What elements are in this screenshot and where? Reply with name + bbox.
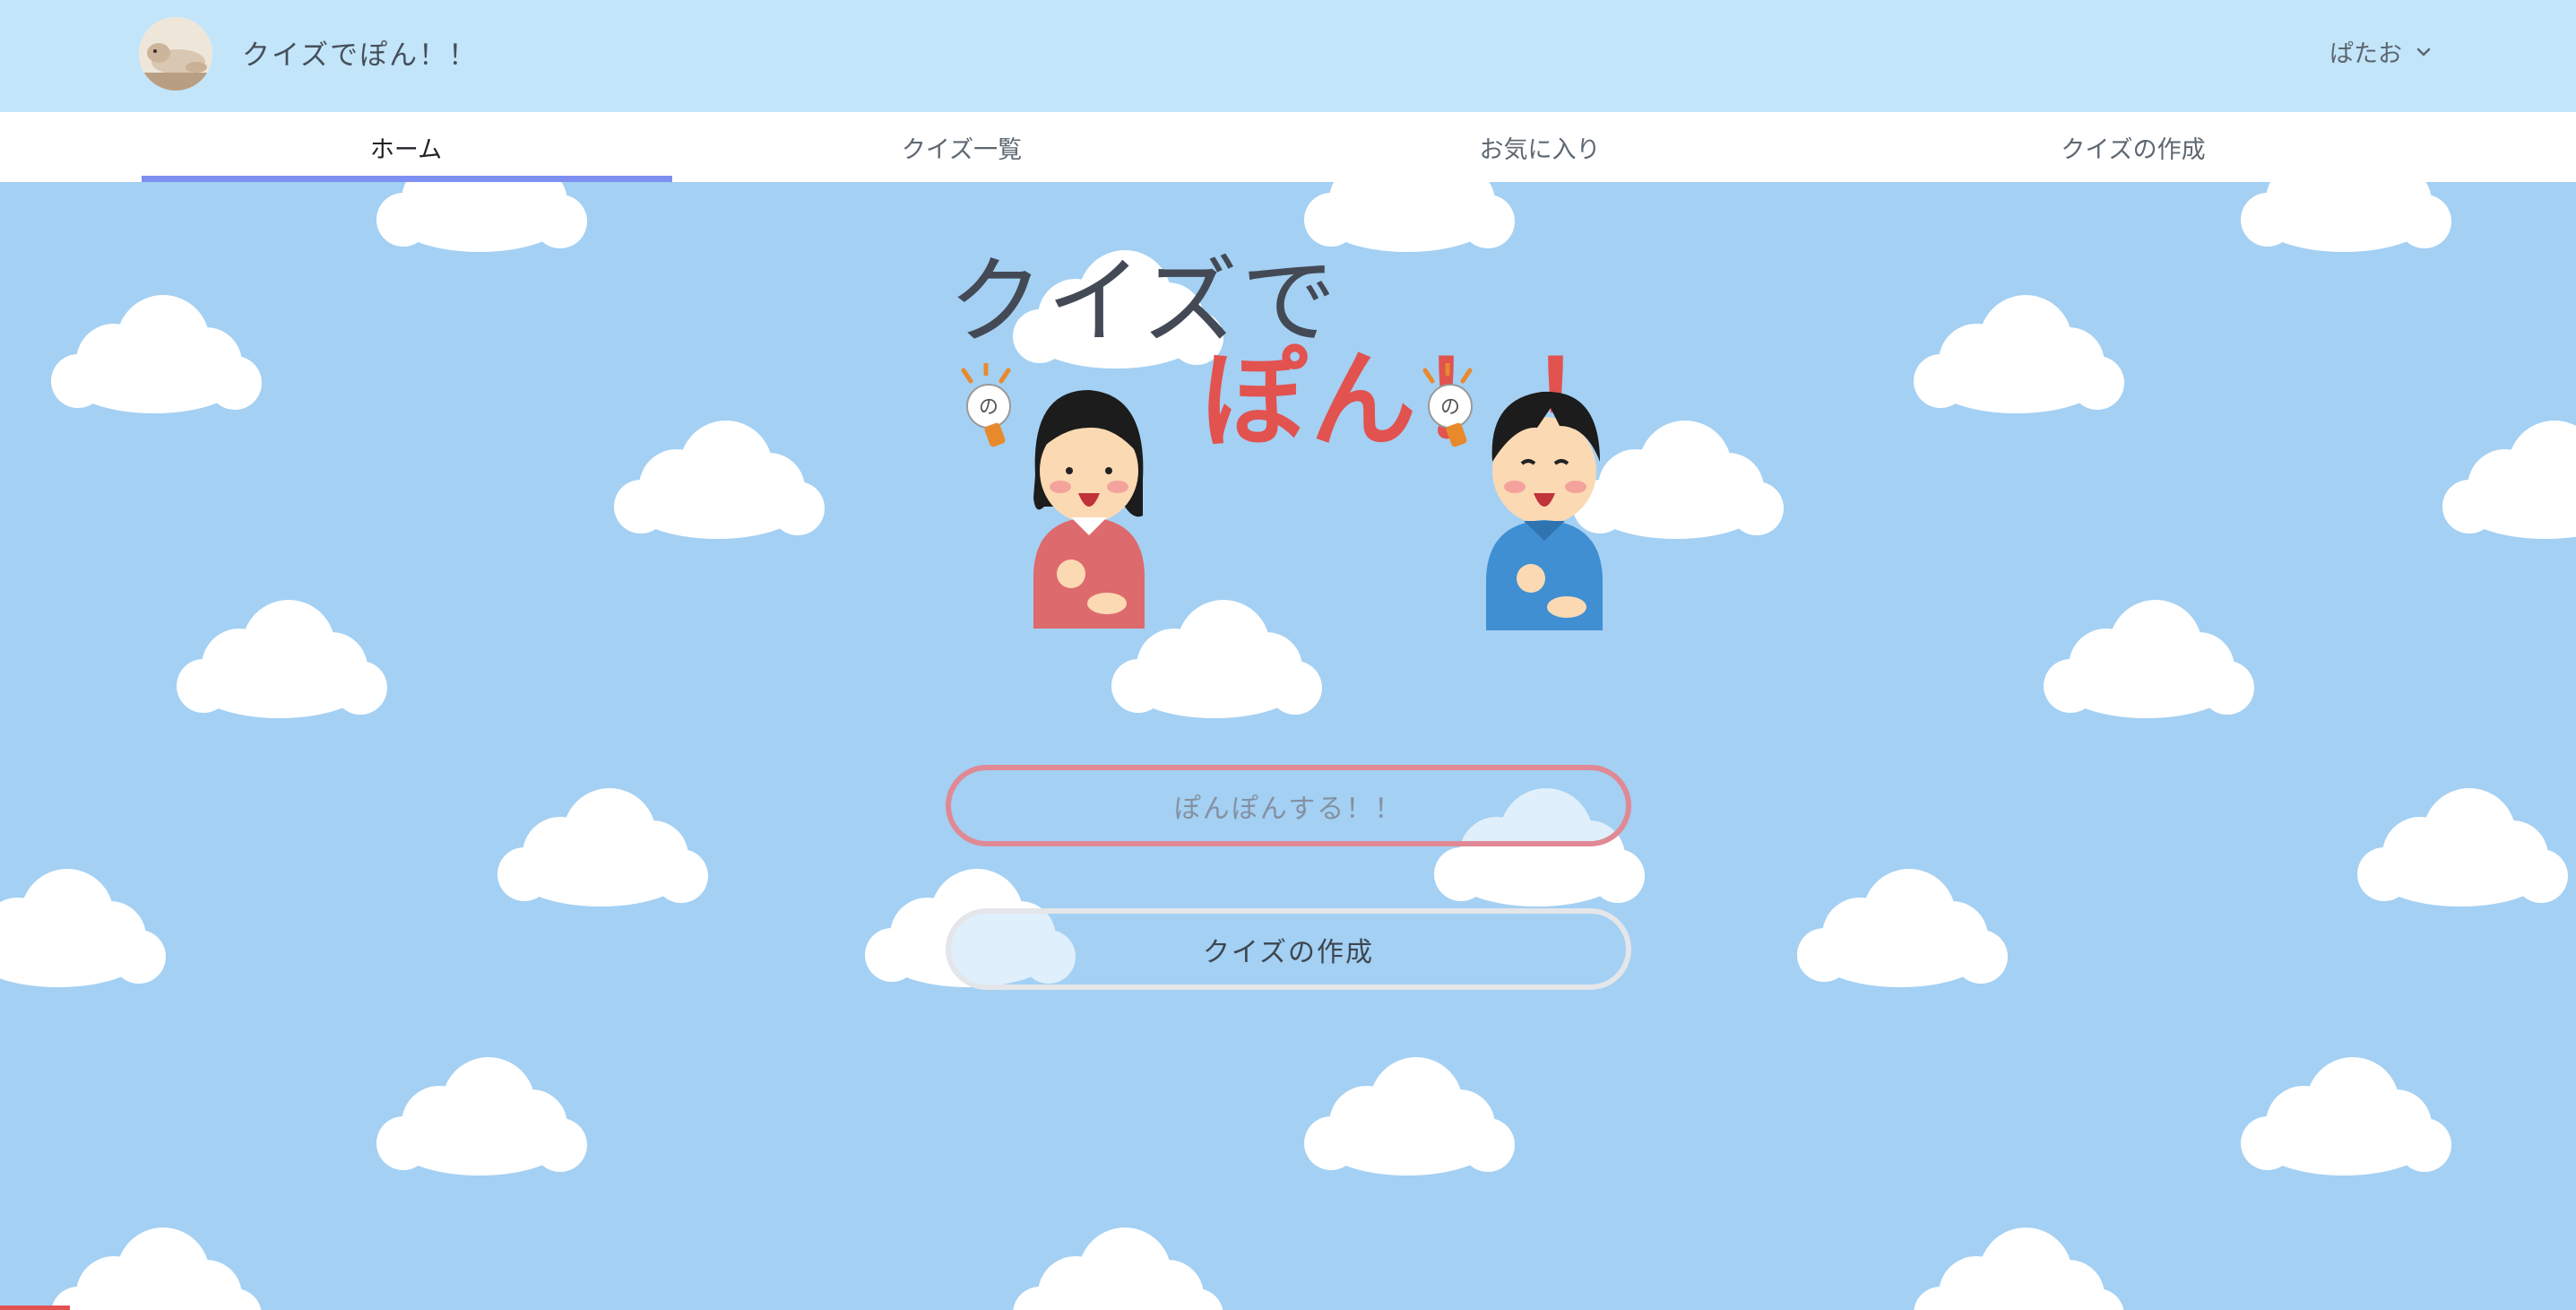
avatar[interactable] (139, 17, 212, 91)
app-header: クイズでぽん！！ ぱたお (0, 0, 2576, 112)
tab-quiz-list[interactable]: クイズ一覧 (697, 112, 1226, 182)
chevron-down-icon (2416, 48, 2431, 56)
svg-text:の: の (1440, 396, 1460, 419)
girl-with-lightbulb-illustration: の (961, 363, 1145, 629)
tab-create-quiz[interactable]: クイズの作成 (1869, 112, 2398, 182)
user-menu[interactable]: ぱたお (2330, 34, 2433, 69)
start-quiz-button[interactable]: ぽんぽんする！！ (946, 765, 1631, 846)
dog-avatar-icon (139, 17, 212, 91)
user-name: ぱたお (2330, 40, 2402, 68)
corner-marker (0, 1306, 70, 1310)
tab-home[interactable]: ホーム (142, 112, 670, 182)
boy-with-lightbulb-illustration: の (1422, 363, 1603, 630)
svg-text:の: の (979, 396, 998, 419)
active-tab-indicator (142, 176, 672, 182)
create-quiz-button[interactable]: クイズの作成 (946, 908, 1631, 990)
tab-favorites[interactable]: お気に入り (1275, 112, 1804, 182)
tab-bar: ホーム クイズ一覧 お気に入り クイズの作成 (0, 112, 2576, 182)
app-title[interactable]: クイズでぽん！！ (242, 32, 478, 73)
